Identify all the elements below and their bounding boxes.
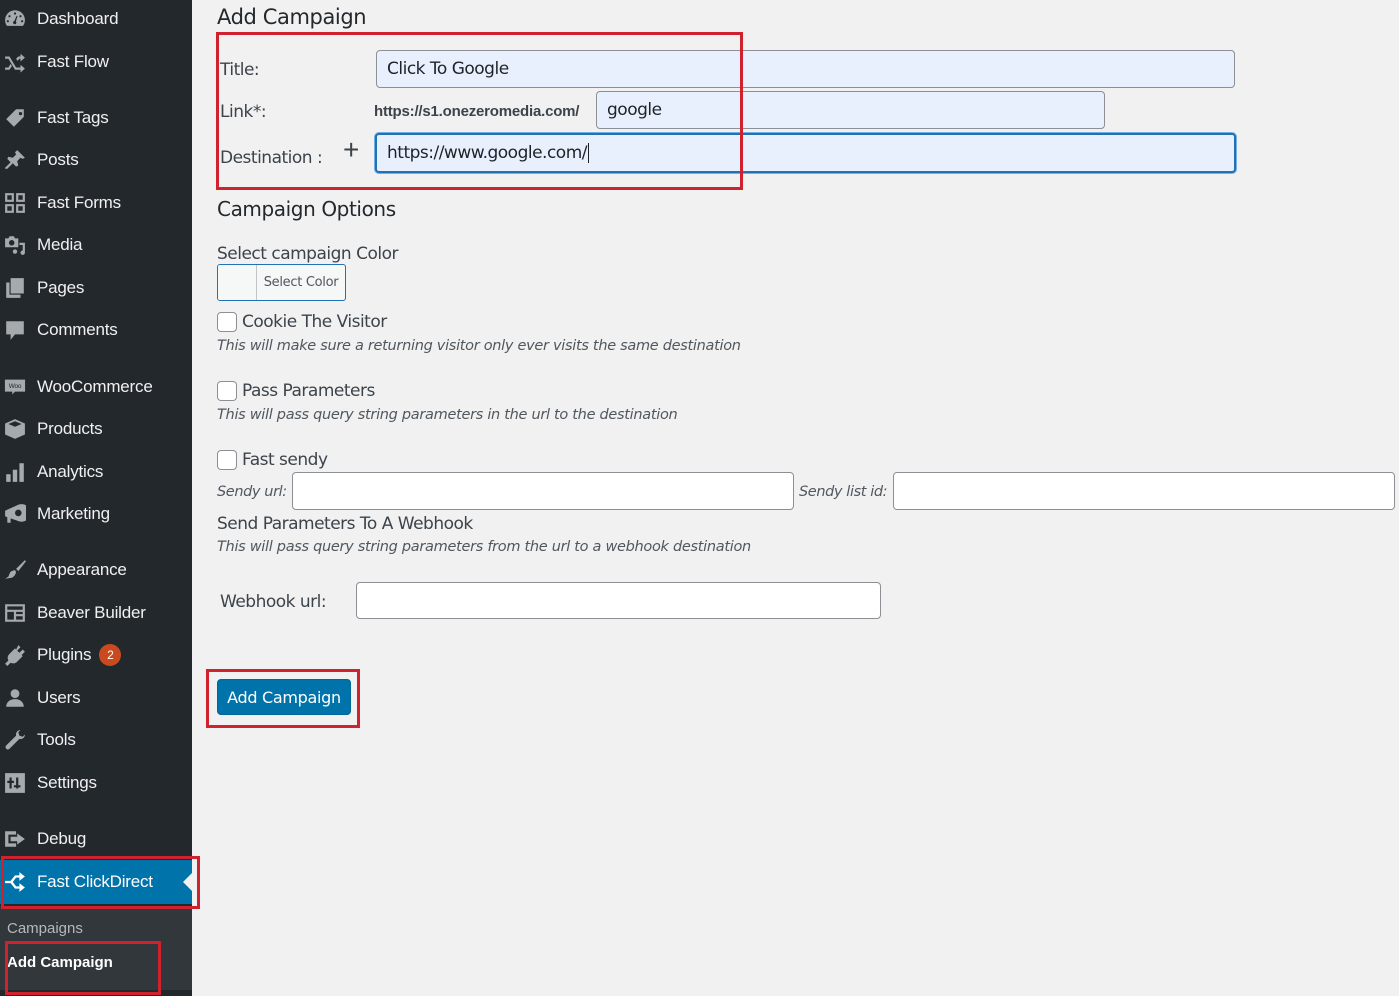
box-icon <box>2 418 28 440</box>
sidebar-item-label: Tools <box>37 730 76 749</box>
pages-icon <box>2 277 28 299</box>
sidebar-item-comments[interactable]: Comments <box>0 312 192 348</box>
sidebar-item-label: Marketing <box>37 504 110 523</box>
sidebar-item-fast-flow[interactable]: Fast Flow <box>0 44 192 80</box>
webhook-description: This will pass query string parameters f… <box>217 539 751 555</box>
sidebar-submenu: Campaigns Add Campaign <box>0 906 192 990</box>
shuffle-icon <box>2 51 28 73</box>
title-label: Title: <box>220 60 260 80</box>
sidebar-item-label: Appearance <box>37 560 127 579</box>
sendy-url-input[interactable] <box>292 472 794 510</box>
add-campaign-button[interactable]: Add Campaign <box>217 679 351 715</box>
link-prefix: https://s1.onezeromedia.com/ <box>374 103 580 120</box>
user-icon <box>2 687 28 709</box>
sidebar-item-fast-clickdirect[interactable]: Fast ClickDirect <box>0 860 192 904</box>
wrench-icon <box>2 729 28 751</box>
sidebar-item-beaver-builder[interactable]: Beaver Builder <box>0 595 192 631</box>
sidebar-item-label: Comments <box>37 320 118 339</box>
color-label: Select campaign Color <box>217 244 398 264</box>
cookie-visitor-checkbox[interactable] <box>217 312 237 332</box>
main-content: Add Campaign Title: Click To Google Link… <box>192 0 1399 996</box>
redirect-icon <box>2 871 28 893</box>
sidebar-item-fast-forms[interactable]: Fast Forms <box>0 185 192 221</box>
link-slug-input[interactable]: google <box>596 91 1105 129</box>
sidebar-item-posts[interactable]: Posts <box>0 142 192 178</box>
sidebar-item-label: Analytics <box>37 462 104 481</box>
sidebar-item-users[interactable]: Users <box>0 680 192 716</box>
destination-label: Destination : <box>220 148 323 168</box>
sidebar-item-products[interactable]: Products <box>0 411 192 447</box>
sidebar-item-label: Fast ClickDirect <box>37 872 153 891</box>
megaphone-icon <box>2 503 28 525</box>
bar-chart-icon <box>2 461 28 483</box>
sidebar-item-debug[interactable]: Debug <box>0 821 192 857</box>
select-color-button[interactable]: Select Color <box>217 264 346 301</box>
fast-sendy-option[interactable]: Fast sendy <box>217 450 328 470</box>
fast-sendy-checkbox[interactable] <box>217 450 237 470</box>
sidebar-item-analytics[interactable]: Analytics <box>0 454 192 490</box>
pin-icon <box>2 149 28 171</box>
sidebar-item-label: WooCommerce <box>37 377 153 396</box>
sidebar-item-appearance[interactable]: Appearance <box>0 552 192 588</box>
sendy-url-label: Sendy url: <box>217 484 287 500</box>
sidebar-item-label: Products <box>37 419 103 438</box>
pass-parameters-checkbox[interactable] <box>217 381 237 401</box>
paintbrush-icon <box>2 559 28 581</box>
layout-icon <box>2 602 28 624</box>
webhook-heading: Send Parameters To A Webhook <box>217 514 473 534</box>
svg-text:Woo: Woo <box>9 383 22 390</box>
plug-icon <box>2 644 28 666</box>
sidebar-item-label: Dashboard <box>37 9 119 28</box>
sidebar-item-label: Fast Tags <box>37 108 109 127</box>
color-swatch <box>218 265 257 300</box>
destination-input[interactable]: https://www.google.com/ <box>375 133 1236 173</box>
webhook-url-label: Webhook url: <box>220 592 327 612</box>
sidebar-item-settings[interactable]: Settings <box>0 765 192 801</box>
sidebar-item-label: Plugins <box>37 645 92 664</box>
sidebar-item-label: Beaver Builder <box>37 603 146 622</box>
sendy-list-id-input[interactable] <box>893 472 1395 510</box>
pass-parameters-description: This will pass query string parameters i… <box>217 407 678 423</box>
sidebar-item-marketing[interactable]: Marketing <box>0 496 192 532</box>
sidebar-item-label: Fast Flow <box>37 52 109 71</box>
sidebar-item-label: Posts <box>37 150 79 169</box>
plugins-update-badge: 2 <box>99 644 122 666</box>
cookie-visitor-description: This will make sure a returning visitor … <box>217 338 741 354</box>
add-destination-icon[interactable]: + <box>343 134 359 166</box>
sidebar-item-woocommerce[interactable]: Woo WooCommerce <box>0 369 192 405</box>
sendy-list-id-label: Sendy list id: <box>799 484 888 500</box>
sidebar-item-plugins[interactable]: Plugins 2 <box>0 637 192 673</box>
sidebar-item-label: Users <box>37 688 81 707</box>
sidebar-item-label: Debug <box>37 829 87 848</box>
webhook-url-input[interactable] <box>356 582 881 619</box>
comment-icon <box>2 319 28 341</box>
exit-icon <box>2 828 28 850</box>
admin-sidebar: Dashboard Fast Flow Fast Tags Posts Fast… <box>0 0 192 996</box>
tag-icon <box>2 107 28 129</box>
forms-grid-icon <box>2 192 28 214</box>
link-label: Link*: <box>220 102 267 122</box>
sidebar-item-fast-tags[interactable]: Fast Tags <box>0 100 192 136</box>
campaign-options-heading: Campaign Options <box>217 197 396 221</box>
cookie-visitor-option[interactable]: Cookie The Visitor <box>217 312 387 332</box>
pass-parameters-option[interactable]: Pass Parameters <box>217 381 375 401</box>
title-input[interactable]: Click To Google <box>376 50 1235 88</box>
sidebar-item-label: Fast Forms <box>37 193 121 212</box>
sidebar-item-media[interactable]: Media <box>0 227 192 263</box>
sliders-icon <box>2 772 28 794</box>
sidebar-item-label: Media <box>37 235 83 254</box>
media-icon <box>2 234 28 256</box>
active-menu-arrow <box>183 873 192 891</box>
sidebar-item-label: Pages <box>37 278 85 297</box>
sidebar-item-label: Settings <box>37 773 97 792</box>
sidebar-item-pages[interactable]: Pages <box>0 270 192 306</box>
sidebar-item-dashboard[interactable]: Dashboard <box>0 1 192 37</box>
submenu-item-campaigns[interactable]: Campaigns <box>7 920 83 937</box>
text-caret <box>588 143 589 163</box>
dashboard-icon <box>2 8 28 30</box>
woo-icon: Woo <box>2 376 28 398</box>
submenu-item-add-campaign[interactable]: Add Campaign <box>7 954 113 971</box>
sidebar-item-tools[interactable]: Tools <box>0 722 192 758</box>
page-title: Add Campaign <box>217 5 367 29</box>
